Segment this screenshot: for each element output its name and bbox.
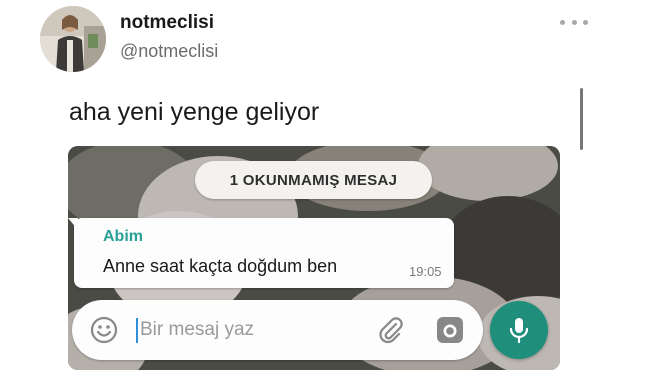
- microphone-button[interactable]: [490, 301, 548, 359]
- message-timestamp: 19:05: [409, 264, 442, 279]
- text-cursor-bar: [580, 88, 583, 150]
- avatar[interactable]: [40, 6, 106, 72]
- emoji-icon[interactable]: [90, 316, 118, 344]
- message-input-bar[interactable]: Bir mesaj yaz: [72, 300, 483, 360]
- message-sender: Abim: [103, 228, 143, 245]
- dot: [571, 19, 577, 25]
- message-input[interactable]: Bir mesaj yaz: [140, 319, 254, 341]
- unread-messages-banner: 1 OKUNMAMIŞ MESAJ: [195, 161, 432, 199]
- incoming-message-bubble[interactable]: Abim Anne saat kaçta doğdum ben 19:05: [68, 218, 454, 288]
- user-handle[interactable]: @notmeclisi: [120, 41, 218, 62]
- message-text: Anne saat kaçta doğdum ben: [103, 256, 338, 276]
- more-options-icon[interactable]: [560, 14, 588, 30]
- text-cursor: [136, 318, 138, 343]
- dot: [560, 19, 565, 25]
- paperclip-icon[interactable]: [375, 315, 405, 345]
- microphone-icon: [509, 318, 529, 344]
- display-name[interactable]: notmeclisi: [120, 12, 214, 34]
- attached-screenshot[interactable]: 1 OKUNMAMIŞ MESAJ Abim Anne saat kaçta d…: [68, 146, 560, 370]
- camera-icon[interactable]: [436, 316, 464, 344]
- tweet-text: aha yeni yenge geliyor: [69, 98, 320, 126]
- bubble-tail: [68, 218, 78, 230]
- avatar-photo: [40, 6, 106, 72]
- dot: [583, 19, 588, 25]
